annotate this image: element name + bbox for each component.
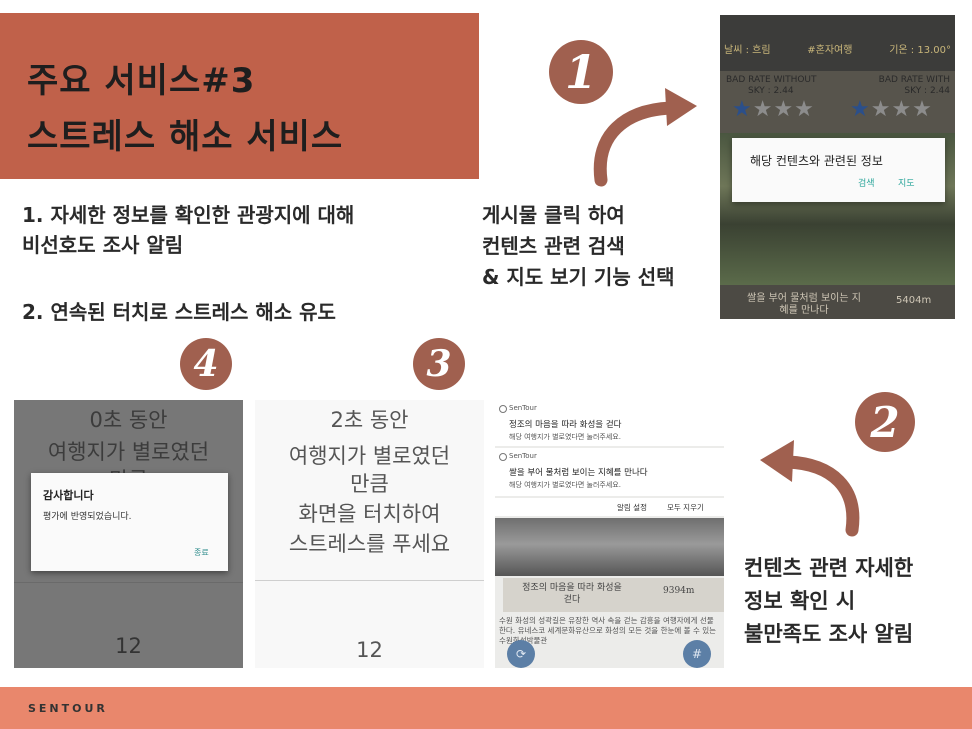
footer-brand: SENTOUR	[28, 702, 108, 715]
step-2-text: 컨텐츠 관련 자세한 정보 확인 시 불만족도 조사 알림	[744, 552, 913, 651]
description-item-1-line-2: 비선호도 조사 알림	[22, 233, 184, 257]
rate-with-sky: BAD RATE WITH SKY : 2.44	[850, 75, 950, 97]
star-rating-left[interactable]: ★★★★	[732, 97, 815, 122]
touch-count: 12	[115, 634, 142, 658]
place-bar: 정조의 마음을 따라 화성을 걷다 9394m	[503, 578, 724, 612]
related-info-dialog: 해당 컨텐츠와 관련된 정보 검색 지도	[732, 138, 945, 202]
step-2-arrow-icon	[760, 440, 860, 537]
step-2-line-1: 컨텐츠 관련 자세한	[744, 556, 914, 580]
step-4-badge: 4	[180, 338, 232, 390]
step-1-line-3: & 지도 보기 기능 선택	[482, 265, 675, 289]
divider	[255, 580, 484, 581]
close-button[interactable]: 종료	[194, 547, 209, 558]
temperature-label: 기온 : 13.00°	[889, 45, 951, 56]
weather-label: 날씨 : 흐림	[724, 45, 771, 56]
place-name: 정조의 마음을 따라 화성을 걷다	[522, 583, 622, 605]
place-distance: 9394m	[663, 586, 695, 596]
weather-bar: 날씨 : 흐림 #혼자여행 기온 : 13.00°	[720, 15, 955, 71]
description-item-1-line-1: 1. 자세한 정보를 확인한 관광지에 대해	[22, 203, 355, 227]
tag-label: #혼자여행	[807, 45, 853, 56]
notification-settings-button[interactable]: 알림 설정	[617, 502, 647, 513]
search-button[interactable]: 검색	[858, 176, 875, 189]
prompt-line-1: 여행지가 별로였던	[47, 440, 210, 464]
map-button[interactable]: 지도	[898, 176, 915, 189]
notification-item[interactable]: SenTour 정조의 마음을 따라 화성을 걷다 해당 여행지가 별로였다면 …	[495, 400, 724, 446]
sky-left-label: SKY : 2.44	[748, 86, 794, 96]
title-line-2: 스트레스 해소 서비스	[27, 117, 344, 157]
divider	[14, 582, 243, 583]
sky-right-label: SKY : 2.44	[904, 86, 950, 96]
step-2-line-2: 정보 확인 시	[744, 589, 856, 613]
rate-without-label: BAD RATE WITHOUT	[726, 75, 817, 85]
star-rating-right[interactable]: ★★★★	[850, 97, 933, 122]
prompt-line-4: 스트레스를 푸세요	[288, 532, 451, 556]
notification-subtitle: 해당 여행지가 별로였다면 눌러주세요.	[509, 433, 621, 441]
place-distance: 5404m	[896, 295, 932, 306]
step-2-line-3: 불만족도 조사 알림	[744, 622, 914, 646]
hashtag-icon[interactable]: #	[683, 640, 711, 668]
step-1-line-2: 컨텐츠 관련 검색	[482, 234, 625, 258]
thanks-dialog: 감사합니다 평가에 반영되었습니다. 종료	[31, 473, 228, 571]
notification-title: 쌀을 부어 물처럼 보이는 지혜를 만나다	[509, 468, 648, 478]
notification-actions: 알림 설정 모두 지우기	[495, 498, 724, 516]
screenshot-content-info: 날씨 : 흐림 #혼자여행 기온 : 13.00° BAD RATE WITHO…	[720, 15, 955, 319]
touch-count: 12	[356, 638, 383, 662]
title-block: 주요 서비스#3 스트레스 해소 서비스	[0, 13, 479, 179]
prompt-line-1: 여행지가 별로였던	[288, 444, 451, 468]
slide: 주요 서비스#3 스트레스 해소 서비스 1. 자세한 정보를 확인한 관광지에…	[0, 0, 972, 729]
description-item-2: 2. 연속된 터치로 스트레스 해소 유도	[22, 300, 336, 324]
dialog-title: 감사합니다	[43, 489, 94, 502]
step-1-arrow-icon	[593, 88, 697, 187]
dialog-message: 평가에 반영되었습니다.	[43, 512, 132, 522]
footer-bar: SENTOUR	[0, 687, 972, 729]
title-line-1: 주요 서비스#3	[27, 61, 256, 101]
notification-subtitle: 해당 여행지가 별로였다면 눌러주세요.	[509, 481, 621, 489]
star-icon: ★	[850, 97, 871, 122]
rate-without-sky: BAD RATE WITHOUT SKY : 2.44	[726, 75, 826, 97]
star-icon: ★★★	[752, 97, 815, 122]
description-item-1: 1. 자세한 정보를 확인한 관광지에 대해 비선호도 조사 알림	[22, 200, 354, 260]
place-name[interactable]: 쌀을 부어 물처럼 보이는 지혜를 만나다	[744, 293, 864, 317]
screenshot-notifications: SenTour 정조의 마음을 따라 화성을 걷다 해당 여행지가 별로였다면 …	[495, 400, 724, 668]
place-description: 수원 화성의 성곽길은 유장한 역사 속을 걷는 감흥을 여행자에게 선물한다.…	[499, 616, 717, 645]
countdown-text: 2초 동안	[330, 408, 409, 432]
step-3-badge: 3	[413, 338, 465, 390]
notification-title: 정조의 마음을 따라 화성을 걷다	[509, 420, 622, 430]
notification-app-name: SenTour	[499, 452, 537, 461]
place-photo	[495, 518, 724, 576]
clear-all-button[interactable]: 모두 지우기	[667, 502, 704, 513]
rate-with-label: BAD RATE WITH	[878, 75, 950, 85]
star-icon: ★★★	[870, 97, 933, 122]
countdown-text: 0초 동안	[89, 408, 168, 432]
step-1-line-1: 게시물 클릭 하여	[482, 203, 625, 227]
screenshot-stress-touch[interactable]: 2초 동안 여행지가 별로였던 만큼 화면을 터치하여 스트레스를 푸세요 12	[255, 400, 484, 668]
dialog-title: 해당 컨텐츠와 관련된 정보	[750, 154, 883, 168]
screenshot-thanks: 0초 동안 여행지가 별로였던 만큼 감사합니다 평가에 반영되었습니다. 종료…	[14, 400, 243, 668]
prompt-line-3: 화면을 터치하여	[298, 502, 441, 526]
notification-app-name: SenTour	[499, 404, 537, 413]
prompt-line-2: 만큼	[350, 472, 389, 496]
star-icon: ★	[732, 97, 753, 122]
refresh-icon[interactable]: ⟳	[507, 640, 535, 668]
notification-item[interactable]: SenTour 쌀을 부어 물처럼 보이는 지혜를 만나다 해당 여행지가 별로…	[495, 448, 724, 496]
step-1-text: 게시물 클릭 하여 컨텐츠 관련 검색 & 지도 보기 기능 선택	[482, 200, 675, 293]
